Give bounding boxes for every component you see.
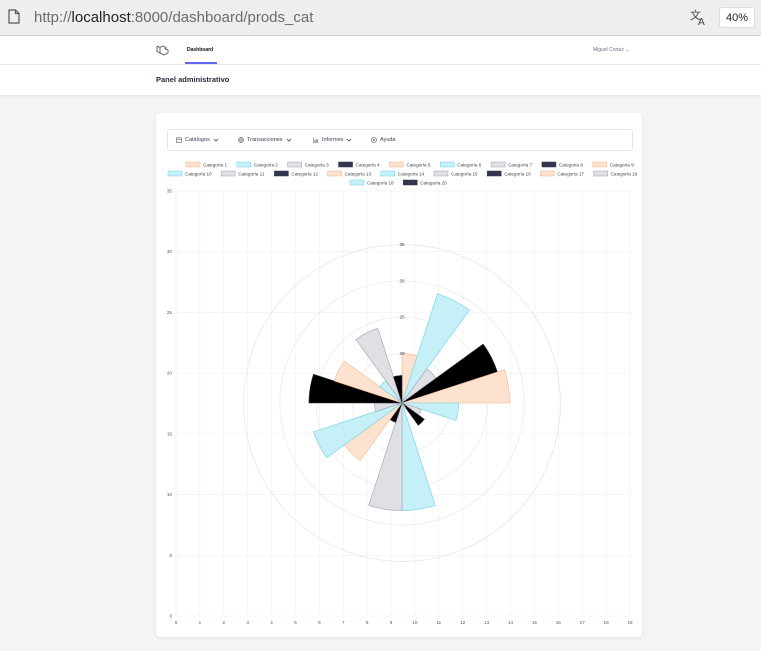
radial-tick-label: 25 bbox=[399, 315, 405, 320]
radial-tick-labels: 20 25 30 35 bbox=[399, 242, 405, 356]
legend-swatch bbox=[490, 161, 506, 168]
legend-swatch bbox=[593, 170, 608, 177]
x-tick-label: 12 bbox=[460, 620, 466, 625]
legend-label: Categoría 16 bbox=[504, 172, 531, 177]
x-tick-label: 11 bbox=[436, 620, 441, 625]
url-host: localhost bbox=[71, 9, 131, 26]
legend-label: Categoría 6 bbox=[457, 163, 481, 168]
legend-label: Categoría 4 bbox=[356, 163, 380, 168]
page-icon bbox=[8, 9, 20, 24]
page-header: Panel administrativo bbox=[0, 65, 761, 95]
legend-label: Categoría 7 bbox=[508, 163, 532, 168]
nav-active-indicator bbox=[185, 62, 217, 64]
legend-label: Categoría 1 bbox=[203, 163, 227, 168]
y-tick-label: 10 bbox=[167, 492, 173, 497]
legend-label: Categoría 12 bbox=[291, 172, 318, 177]
x-tick-label: 5 bbox=[294, 620, 297, 625]
x-tick-label: 9 bbox=[390, 620, 393, 625]
polar-area-chart: Categoría 1 Categoría 2 Categoría 3 Categor… bbox=[167, 161, 638, 625]
radial-tick-label: 30 bbox=[399, 278, 405, 283]
legend-label: Categoría 2 bbox=[254, 163, 278, 168]
legend-swatch bbox=[592, 161, 608, 168]
legend-swatch bbox=[287, 161, 302, 168]
radial-tick-label: 20 bbox=[399, 351, 405, 356]
legend-label: Categoría 17 bbox=[557, 172, 584, 177]
browser-toolbar: http://localhost:8000/dashboard/prods_ca… bbox=[0, 0, 761, 36]
legend-swatch bbox=[236, 161, 252, 168]
legend-label: Categoría 11 bbox=[238, 172, 265, 177]
x-tick-label: 16 bbox=[556, 620, 562, 625]
page-title: Panel administrativo bbox=[156, 75, 230, 84]
legend-swatch bbox=[540, 170, 555, 177]
x-tick-label: 1 bbox=[199, 620, 202, 625]
x-tick-label: 18 bbox=[604, 620, 610, 625]
x-tick-label: 14 bbox=[508, 620, 514, 625]
legend-swatch bbox=[338, 161, 353, 168]
nav-dashboard-link[interactable]: Dashboard bbox=[187, 47, 213, 53]
legend-swatch bbox=[440, 161, 455, 168]
chart-sectors bbox=[308, 293, 510, 511]
legend-label: Categoría 3 bbox=[305, 163, 329, 168]
legend-swatch bbox=[380, 170, 396, 177]
legend-label: Categoría 19 bbox=[611, 172, 638, 177]
legend-swatch bbox=[349, 179, 365, 186]
chevron-down-icon: ⌄ bbox=[625, 47, 630, 53]
legend-swatch bbox=[389, 161, 404, 168]
y-tick-label: 0 bbox=[169, 614, 172, 619]
zoom-level[interactable]: 40% bbox=[719, 7, 755, 28]
legend-label: Categoría 18 bbox=[367, 181, 394, 186]
radial-tick-label: 35 bbox=[399, 242, 405, 247]
url-prefix: http:// bbox=[34, 9, 72, 26]
x-tick-label: 3 bbox=[246, 620, 249, 625]
legend-swatch bbox=[167, 170, 183, 177]
x-tick-label: 13 bbox=[484, 620, 490, 625]
user-menu[interactable]: Miguel Cortez ⌄ bbox=[593, 47, 629, 53]
y-tick-label: 30 bbox=[167, 249, 173, 254]
legend-swatch bbox=[433, 170, 449, 177]
user-name: Miguel Cortez bbox=[593, 47, 624, 53]
x-tick-label: 6 bbox=[318, 620, 321, 625]
content-card: Catálogos Transacciones Informes Ayuda C… bbox=[156, 113, 642, 637]
y-tick-label: 25 bbox=[167, 310, 173, 315]
x-tick-label: 4 bbox=[270, 620, 273, 625]
legend-swatch bbox=[486, 170, 502, 177]
legend-label: Categoría 8 bbox=[559, 163, 583, 168]
translate-icon[interactable]: 文 A bbox=[690, 8, 708, 26]
url-path: :8000/dashboard/prods_cat bbox=[130, 9, 314, 26]
x-tick-label: 10 bbox=[412, 620, 418, 625]
legend-swatch bbox=[327, 170, 342, 177]
y-tick-label: 35 bbox=[167, 189, 173, 194]
x-tick-label: 2 bbox=[223, 620, 226, 625]
y-tick-label: 15 bbox=[167, 431, 173, 436]
x-tick-label: 19 bbox=[627, 620, 633, 625]
x-tick-label: 17 bbox=[580, 620, 586, 625]
legend-swatch bbox=[274, 170, 289, 177]
svg-text:A: A bbox=[698, 17, 705, 26]
legend-label: Categoría 14 bbox=[398, 172, 425, 177]
legend-label: Categoría 9 bbox=[610, 163, 634, 168]
laravel-logo-icon[interactable] bbox=[156, 44, 169, 57]
chart-legend: Categoría 1 Categoría 2 Categoría 3 Categor… bbox=[167, 161, 638, 186]
y-tick-label: 20 bbox=[167, 371, 173, 376]
legend-label: Categoría 10 bbox=[185, 172, 212, 177]
legend-label: Categoría 20 bbox=[420, 181, 447, 186]
x-tick-label: 0 bbox=[175, 620, 178, 625]
x-tick-label: 15 bbox=[532, 620, 538, 625]
legend-label: Categoría 13 bbox=[345, 172, 372, 177]
top-navigation: Dashboard Miguel Cortez ⌄ bbox=[0, 36, 761, 65]
x-tick-label: 7 bbox=[342, 620, 345, 625]
legend-label: Categoría 15 bbox=[451, 172, 478, 177]
legend-swatch bbox=[541, 161, 557, 168]
address-bar[interactable]: http://localhost:8000/dashboard/prods_ca… bbox=[34, 9, 313, 26]
y-tick-label: 5 bbox=[169, 553, 172, 558]
legend-swatch bbox=[402, 179, 418, 186]
x-tick-label: 8 bbox=[366, 620, 369, 625]
legend-swatch bbox=[220, 170, 236, 177]
legend-swatch bbox=[185, 161, 201, 168]
legend-label: Categoría 5 bbox=[406, 163, 430, 168]
